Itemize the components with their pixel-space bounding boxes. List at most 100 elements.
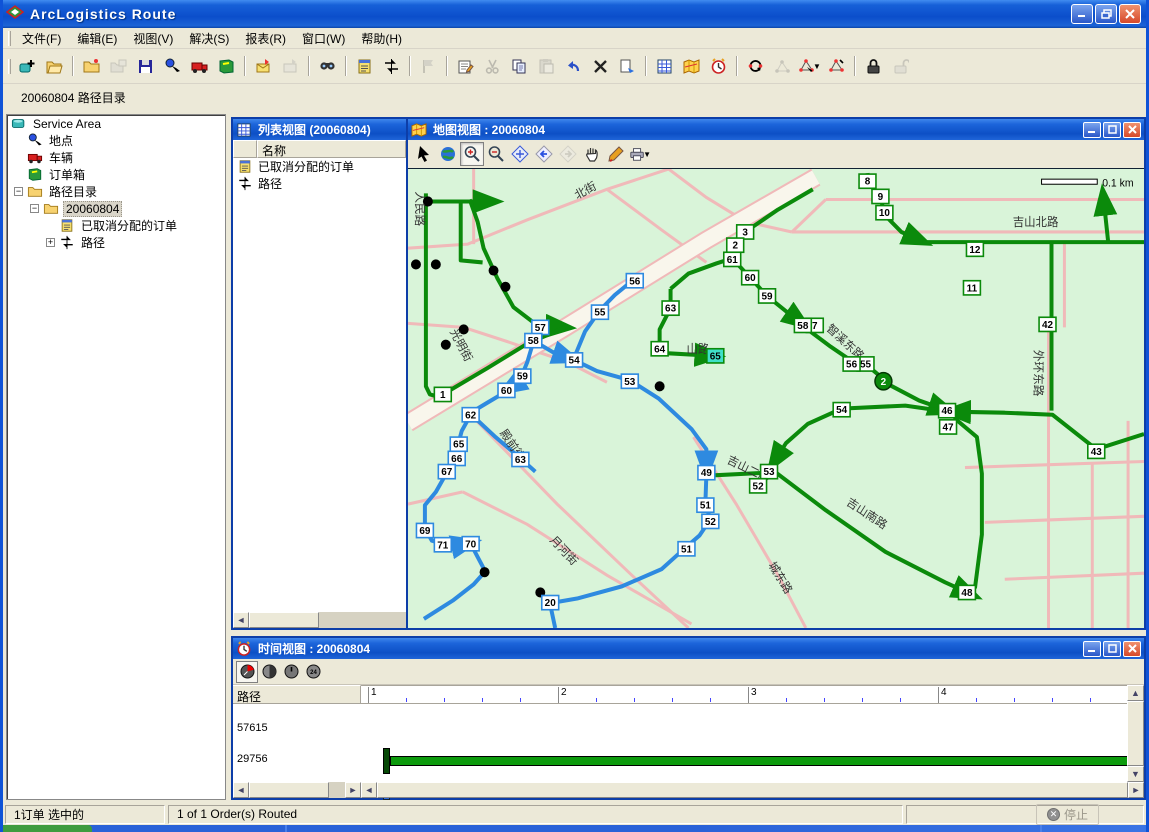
map-view-titlebar[interactable]: 地图视图 : 20060804 — [408, 119, 1144, 140]
map-stop-marker[interactable]: 56 — [843, 357, 860, 371]
map-stop-marker[interactable]: 54 — [566, 353, 583, 367]
unassigned-stop-dot[interactable] — [500, 282, 510, 292]
map-stop-marker[interactable]: 65 — [707, 349, 724, 363]
route-marker[interactable]: 2 — [875, 373, 892, 390]
list-view-icon[interactable] — [652, 54, 677, 79]
list-hscroll-thumb[interactable] — [249, 612, 319, 628]
time-right-hscrollbar[interactable]: ◄ ► — [361, 782, 1144, 798]
unassigned-stop-dot[interactable] — [489, 265, 499, 275]
delete-icon[interactable] — [588, 54, 613, 79]
time-minimize-button[interactable] — [1083, 641, 1101, 657]
list-item[interactable]: 路径 — [233, 175, 406, 192]
globe-tool-icon[interactable] — [436, 142, 460, 166]
map-stop-marker[interactable]: 53 — [761, 465, 778, 479]
reassign-icon[interactable]: ▼ — [797, 54, 822, 79]
tree-expander-icon[interactable]: + — [46, 238, 55, 247]
tree-expander-icon[interactable]: − — [30, 204, 39, 213]
map-stop-marker[interactable]: 1 — [434, 387, 451, 401]
map-stop-marker[interactable]: 51 — [678, 542, 695, 556]
map-stop-marker[interactable]: 58 — [525, 334, 542, 348]
menu-item-0[interactable]: 文件(F) — [14, 28, 69, 49]
zoom-selection-tool-icon[interactable] — [508, 142, 532, 166]
menu-item-5[interactable]: 窗口(W) — [294, 28, 353, 49]
location-icon[interactable] — [160, 54, 185, 79]
scroll-left-icon[interactable]: ◄ — [233, 782, 249, 798]
map-stop-marker[interactable]: 11 — [963, 281, 980, 295]
map-stop-marker[interactable]: 65 — [450, 437, 467, 451]
save-icon[interactable] — [133, 54, 158, 79]
time-routes-column-header[interactable]: 路径 — [233, 685, 361, 703]
time-maximize-button[interactable] — [1103, 641, 1121, 657]
time-left-hscrollbar[interactable]: ◄ ► — [233, 782, 361, 798]
list-hscrollbar[interactable]: ◄ — [233, 612, 406, 628]
menu-item-1[interactable]: 编辑(E) — [69, 28, 125, 49]
menu-item-2[interactable]: 视图(V) — [125, 28, 181, 49]
tree-node[interactable]: 已取消分配的订单 — [7, 217, 225, 234]
vehicle-icon[interactable] — [187, 54, 212, 79]
map-stop-marker[interactable]: 67 — [438, 465, 455, 479]
clock-quarter-icon[interactable] — [236, 661, 258, 683]
map-stop-marker[interactable]: 52 — [702, 514, 719, 528]
map-stop-marker[interactable]: 12 — [966, 242, 983, 256]
unassigned-stop-dot[interactable] — [411, 259, 421, 269]
map-stop-marker[interactable]: 51 — [697, 498, 714, 512]
draw-tool-icon[interactable] — [604, 142, 628, 166]
scroll-left-icon[interactable]: ◄ — [361, 782, 377, 798]
map-stop-marker[interactable]: 2 — [727, 238, 744, 252]
map-maximize-button[interactable] — [1103, 122, 1121, 138]
map-stop-marker[interactable]: 8 — [859, 174, 876, 188]
map-stop-marker[interactable]: 58 — [794, 318, 811, 332]
scroll-down-icon[interactable]: ▼ — [1127, 766, 1144, 782]
list-column-name[interactable]: 名称 — [257, 140, 406, 158]
select-tool-icon[interactable] — [412, 142, 436, 166]
undo-icon[interactable] — [561, 54, 586, 79]
time-vscroll-thumb[interactable] — [1127, 701, 1144, 766]
map-canvas[interactable]: 北街人民路光明街山路智溪东路吉山北路外环东路吉山二路吉山南路城东路月河街殿前街8… — [408, 168, 1144, 628]
map-stop-marker[interactable]: 55 — [592, 305, 609, 319]
restore-button[interactable] — [1095, 4, 1117, 24]
duplicate-icon[interactable] — [615, 54, 640, 79]
route-name-label[interactable]: 29756 — [237, 753, 268, 765]
tree-node[interactable]: 订单箱 — [7, 166, 225, 183]
close-button[interactable] — [1119, 4, 1141, 24]
map-stop-marker[interactable]: 59 — [759, 289, 776, 303]
map-stop-marker[interactable]: 60 — [498, 383, 515, 397]
properties-icon[interactable] — [453, 54, 478, 79]
menu-item-4[interactable]: 报表(R) — [237, 28, 294, 49]
unassigned-stop-dot[interactable] — [441, 340, 451, 350]
route-name-label[interactable]: 57615 — [237, 722, 268, 734]
tree-node[interactable]: +路径 — [7, 234, 225, 251]
routes-icon[interactable] — [379, 54, 404, 79]
tree-node[interactable]: Service Area — [7, 115, 225, 132]
time-view-titlebar[interactable]: 时间视图 : 20060804 — [233, 638, 1144, 659]
import-orders-icon[interactable] — [251, 54, 276, 79]
list-item[interactable]: 已取消分配的订单 — [233, 158, 406, 175]
tree-node[interactable]: 地点 — [7, 132, 225, 149]
solve-icon[interactable] — [743, 54, 768, 79]
unassign-icon[interactable] — [824, 54, 849, 79]
unassigned-stop-dot[interactable] — [480, 567, 490, 577]
map-stop-marker[interactable]: 49 — [698, 466, 715, 480]
unassigned-stop-dot[interactable] — [431, 259, 441, 269]
map-stop-marker[interactable]: 53 — [621, 374, 638, 388]
map-stop-marker[interactable]: 71 — [434, 538, 451, 552]
scroll-right-icon[interactable]: ► — [1128, 782, 1144, 798]
map-stop-marker[interactable]: 69 — [416, 523, 433, 537]
tree-node[interactable]: −路径目录 — [7, 183, 225, 200]
menu-item-3[interactable]: 解决(S) — [181, 28, 237, 49]
map-close-button[interactable] — [1123, 122, 1141, 138]
scroll-left-icon[interactable]: ◄ — [233, 612, 249, 628]
map-stop-marker[interactable]: 66 — [448, 451, 465, 465]
orders-icon[interactable] — [214, 54, 239, 79]
map-stop-marker[interactable]: 56 — [626, 274, 643, 288]
lock-icon[interactable] — [861, 54, 886, 79]
tree-node[interactable]: −20060804 — [7, 200, 225, 217]
map-stop-marker[interactable]: 70 — [462, 537, 479, 551]
clock-full-icon[interactable] — [280, 661, 302, 683]
zoom-in-tool-icon[interactable] — [460, 142, 484, 166]
map-stop-marker[interactable]: 52 — [750, 479, 767, 493]
map-stop-marker[interactable]: 42 — [1039, 317, 1056, 331]
tree-expander-icon[interactable]: − — [14, 187, 23, 196]
clock-half-icon[interactable] — [258, 661, 280, 683]
map-stop-marker[interactable]: 54 — [833, 403, 850, 417]
